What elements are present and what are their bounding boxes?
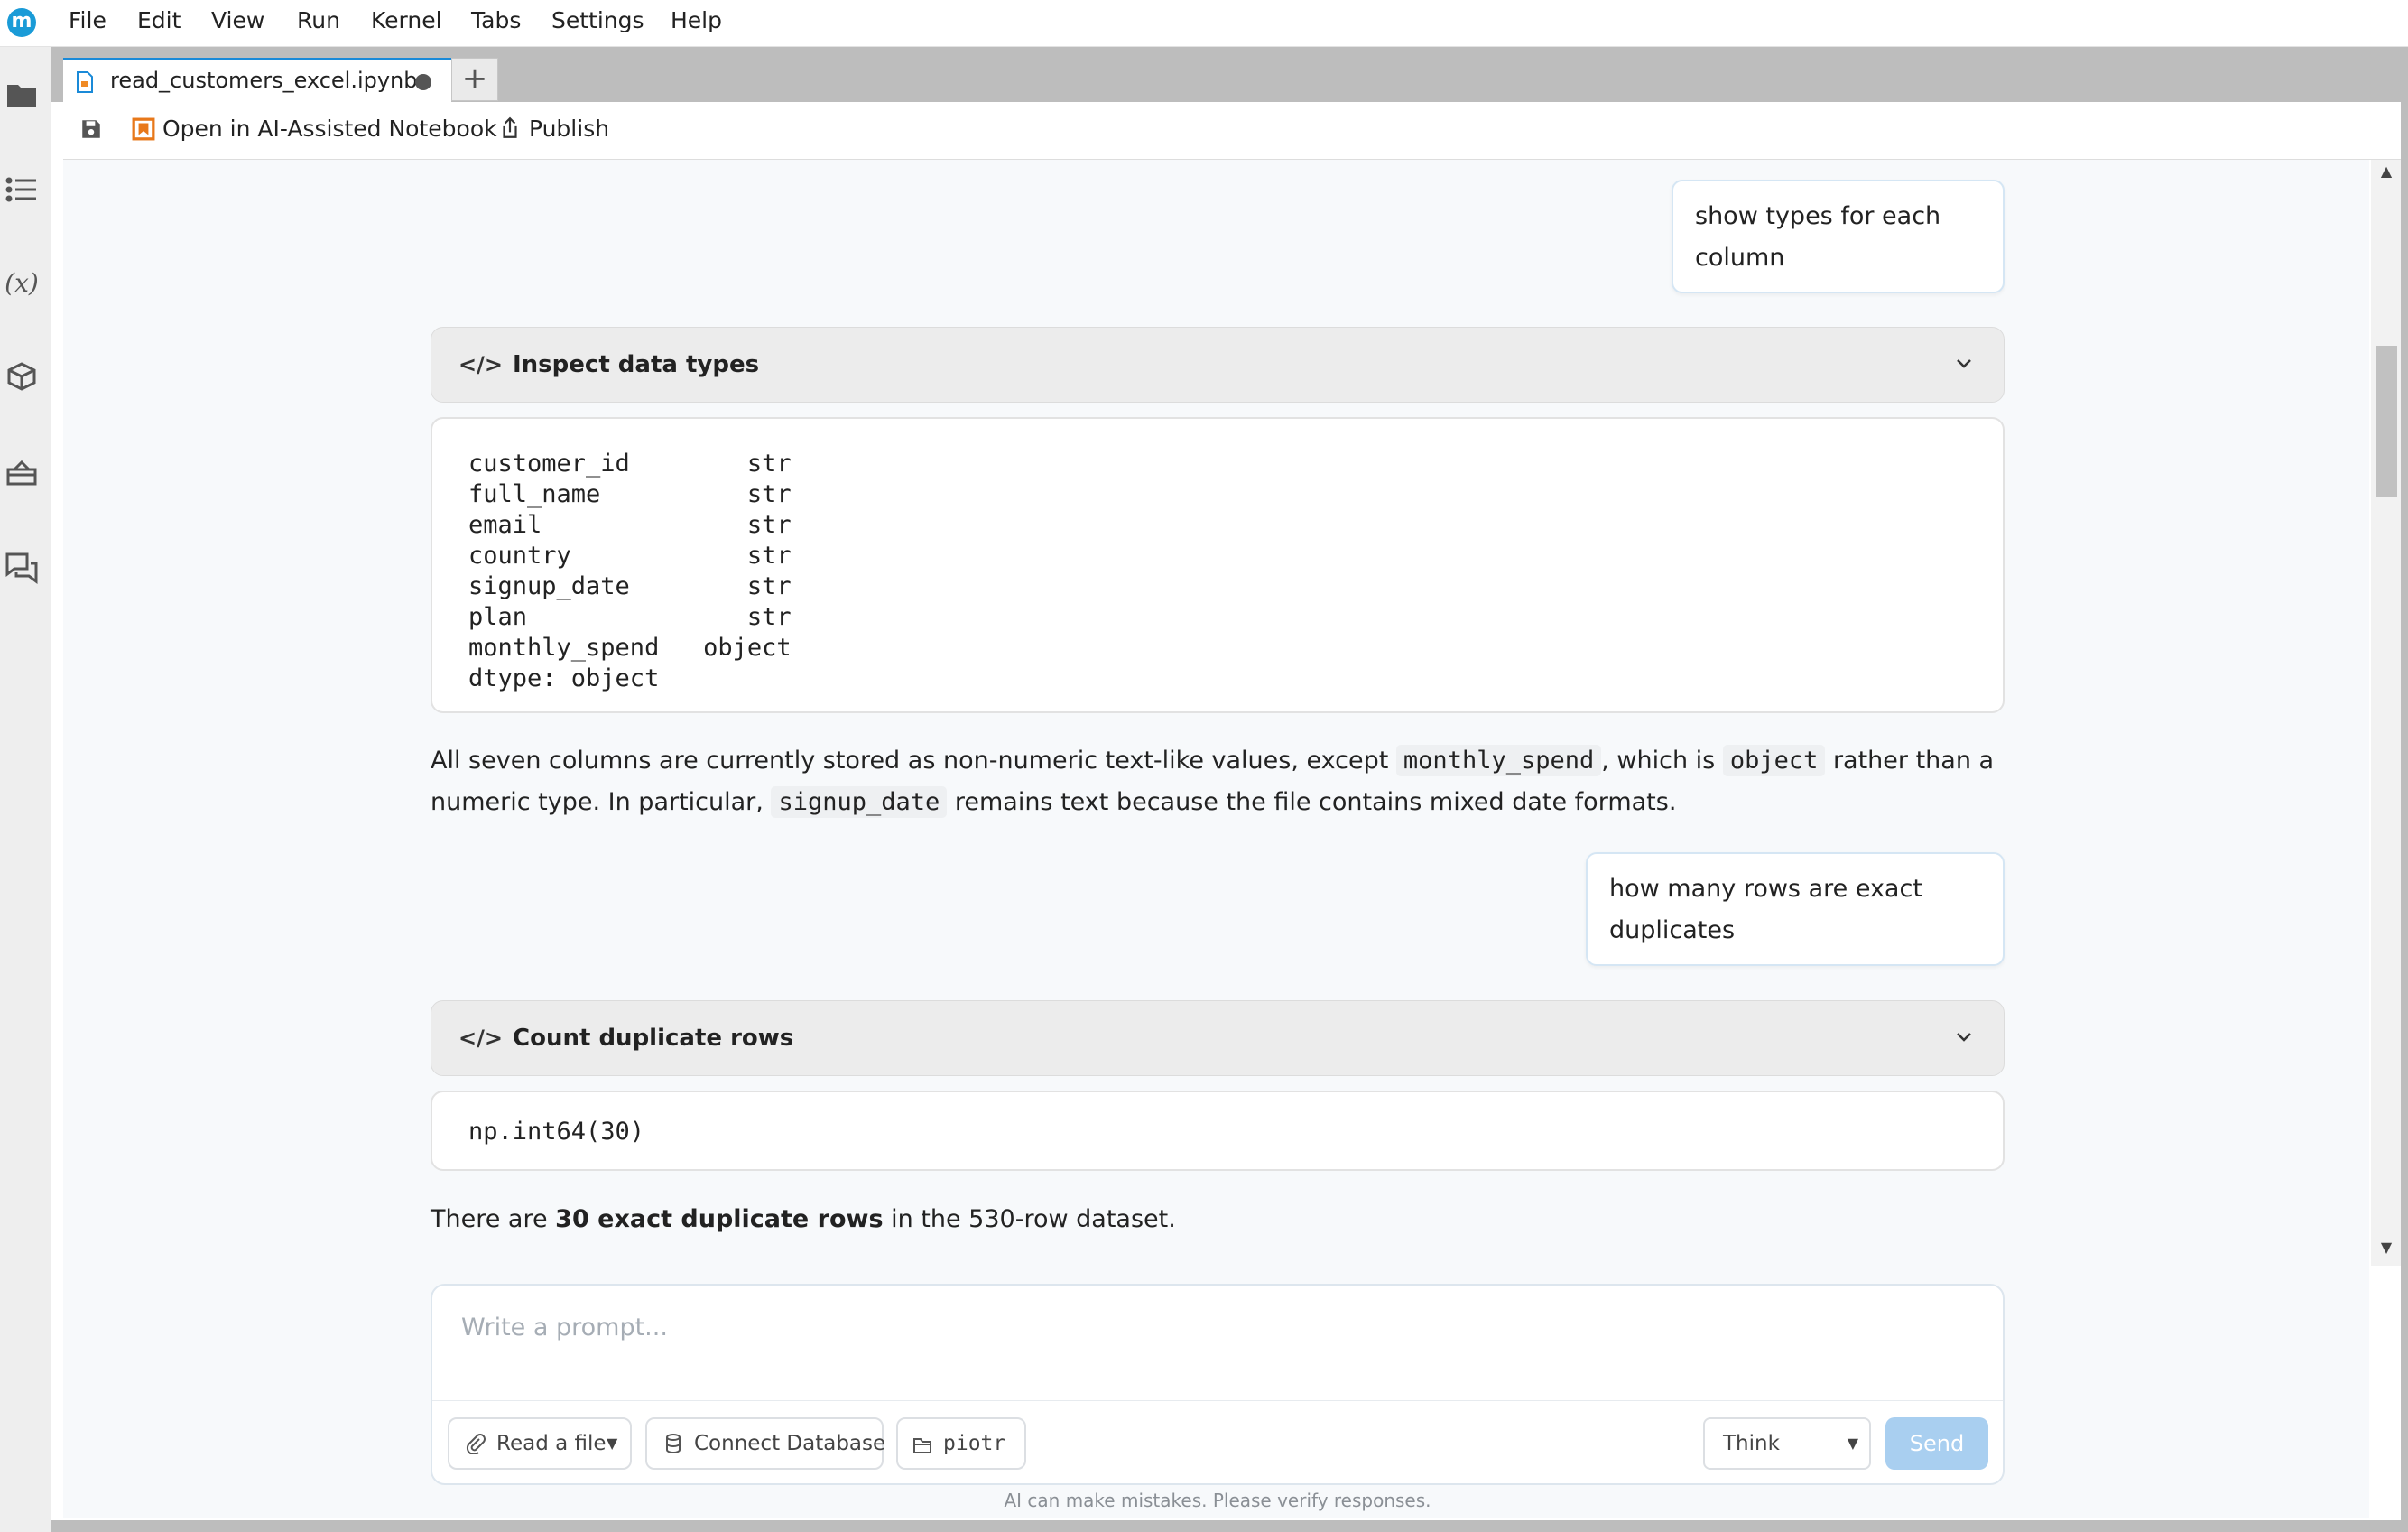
chevron-down-icon[interactable] — [1955, 1028, 1973, 1046]
prompt-box: Read a file ▼ Connect Database piotr Thi… — [431, 1284, 2005, 1485]
apps-icon[interactable] — [4, 455, 40, 491]
variables-icon[interactable]: (x) — [4, 265, 40, 302]
new-tab-button[interactable]: + — [451, 58, 498, 101]
user-message-text: how many rows are exact duplicates — [1609, 875, 1922, 944]
notebook-file-icon — [77, 71, 93, 93]
tab-notebook[interactable]: read_customers_excel.ipynb — [63, 58, 451, 103]
share-icon — [503, 116, 517, 138]
app-logo: m — [7, 8, 36, 37]
save-button[interactable] — [79, 102, 107, 156]
user-message: how many rows are exact duplicates — [1586, 852, 2005, 966]
code-icon: </> — [458, 1026, 503, 1051]
assistant-answer: All seven columns are currently stored a… — [431, 740, 2019, 823]
window-border — [51, 1520, 2408, 1532]
unsaved-dot-icon[interactable] — [415, 74, 431, 90]
menu-settings[interactable]: Settings — [551, 0, 644, 42]
scrollbar[interactable] — [2371, 160, 2401, 1266]
user-message-text: show types for each column — [1695, 202, 1941, 272]
menu-help[interactable]: Help — [671, 0, 722, 42]
folder-icon[interactable] — [4, 76, 40, 112]
paperclip-icon — [466, 1434, 486, 1454]
folder-label: piotr — [943, 1432, 1006, 1455]
open-ai-notebook-label: Open in AI-Assisted Notebook — [162, 116, 497, 142]
code-cell-header[interactable]: </> Count duplicate rows — [431, 1000, 2005, 1076]
folder-open-icon — [913, 1438, 931, 1453]
inline-code: monthly_spend — [1395, 745, 1602, 776]
inline-code: object — [1722, 745, 1826, 776]
menu-file[interactable]: File — [69, 0, 107, 42]
user-message: show types for each column — [1672, 180, 2005, 293]
answer-text: , which is — [1601, 747, 1723, 775]
code-icon: </> — [458, 352, 503, 377]
cell-output: customer_id str full_name str email str … — [431, 417, 2005, 713]
answer-bold-text: 30 exact duplicate rows — [555, 1205, 884, 1233]
caret-down-icon: ▼ — [607, 1435, 618, 1452]
connect-database-label: Connect Database — [694, 1432, 886, 1455]
code-cell-title: Inspect data types — [513, 351, 760, 378]
database-icon — [666, 1434, 681, 1453]
duplicates-output: np.int64(30) — [468, 1118, 645, 1146]
cell-output: np.int64(30) — [431, 1091, 2005, 1171]
table-of-contents-icon[interactable] — [4, 172, 40, 208]
mode-select[interactable]: Think ▼ — [1703, 1417, 1871, 1470]
chevron-down-icon[interactable] — [1955, 355, 1973, 373]
publish-label: Publish — [528, 116, 610, 142]
connect-database-button[interactable]: Connect Database — [645, 1417, 886, 1470]
read-file-label: Read a file — [496, 1432, 607, 1455]
menu-view[interactable]: View — [211, 0, 264, 42]
scrollbar-thumb[interactable] — [2376, 346, 2397, 497]
menu-kernel[interactable]: Kernel — [371, 0, 442, 42]
scroll-down-icon[interactable]: ▼ — [2376, 1239, 2397, 1256]
scroll-up-icon[interactable]: ▲ — [2376, 162, 2397, 180]
send-button[interactable]: Send — [1885, 1417, 1988, 1470]
publish-button[interactable]: Publish — [498, 102, 609, 156]
ai-notebook-icon — [132, 117, 155, 141]
menu-edit[interactable]: Edit — [137, 0, 181, 42]
answer-text: There are — [431, 1205, 556, 1233]
inline-code: signup_date — [771, 786, 948, 818]
save-icon — [82, 120, 100, 138]
menu-tabs[interactable]: Tabs — [471, 0, 521, 42]
left-sidebar: (x) — [0, 47, 51, 1532]
assistant-answer: There are 30 exact duplicate rows in the… — [431, 1199, 2019, 1240]
disclaimer: AI can make mistakes. Please verify resp… — [1004, 1490, 1431, 1511]
tab-bar: read_customers_excel.ipynb + — [51, 47, 2408, 103]
prompt-input[interactable] — [459, 1313, 1907, 1342]
folder-button[interactable]: piotr — [896, 1417, 1026, 1470]
open-ai-notebook-button[interactable]: Open in AI-Assisted Notebook — [132, 102, 497, 156]
mode-label: Think — [1723, 1432, 1780, 1455]
answer-text: All seven columns are currently stored a… — [431, 747, 1396, 775]
extensions-icon[interactable] — [4, 359, 40, 395]
code-cell-header[interactable]: </> Inspect data types — [431, 327, 2005, 403]
menu-run[interactable]: Run — [297, 0, 340, 42]
code-cell-title: Count duplicate rows — [513, 1025, 794, 1052]
window-border — [2401, 102, 2408, 1532]
answer-text: remains text because the file contains m… — [947, 788, 1677, 816]
caret-down-icon: ▼ — [1847, 1435, 1858, 1452]
answer-text: in the 530-row dataset. — [883, 1205, 1176, 1233]
prompt-divider — [432, 1400, 2003, 1401]
read-file-button[interactable]: Read a file ▼ — [448, 1417, 632, 1470]
chat-icon[interactable] — [4, 549, 40, 585]
menubar: m File Edit View Run Kernel Tabs Setting… — [0, 0, 2408, 47]
tab-label: read_customers_excel.ipynb — [110, 68, 418, 93]
notebook-toolbar: Open in AI-Assisted Notebook Publish — [63, 102, 2401, 160]
dtypes-output: customer_id str full_name str email str … — [468, 450, 792, 692]
